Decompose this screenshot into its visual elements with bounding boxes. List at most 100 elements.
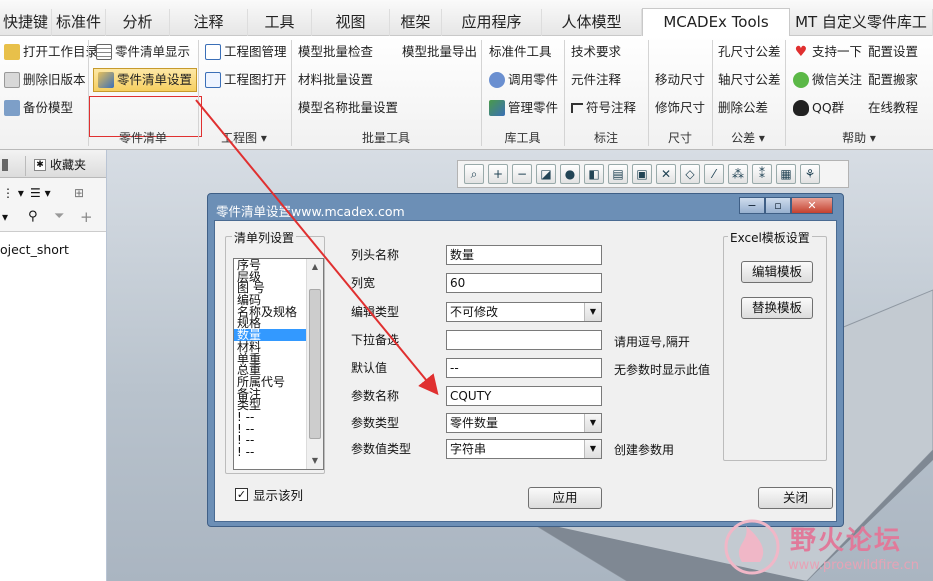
list-item[interactable]: 编码 (234, 294, 307, 306)
zoom-in-icon[interactable]: + (488, 164, 508, 184)
refit-icon[interactable]: ⌕ (464, 164, 484, 184)
chevron-down-icon[interactable]: ▼ (584, 414, 601, 432)
list-settings-icon[interactable]: ☰ ▾ (30, 186, 51, 200)
tab-4[interactable]: 工具 (248, 9, 312, 36)
support-button[interactable]: ♥ 支持一下 (793, 40, 862, 64)
online-tutorial-button[interactable]: 在线教程 (868, 96, 918, 120)
col-width-input[interactable]: 60 (446, 273, 602, 293)
move-dimension-button[interactable]: 移动尺寸 (655, 68, 705, 92)
tab-0[interactable]: 快捷键 (0, 9, 52, 36)
list-item[interactable]: 所属代号 (234, 376, 307, 388)
scroll-up-icon[interactable]: ▲ (307, 259, 323, 275)
csys-icon[interactable]: ⁂ (728, 164, 748, 184)
tab-1[interactable]: 标准件 (52, 9, 106, 36)
minimize-button[interactable]: − (739, 197, 765, 214)
delete-old-versions-button[interactable]: 删除旧版本 (4, 68, 86, 92)
shaft-tolerance-button[interactable]: 轴尺寸公差 (718, 68, 781, 92)
tab-6[interactable]: 框架 (390, 9, 442, 36)
filter-icon[interactable]: ⏷ (54, 209, 64, 224)
close-button[interactable]: 关闭 (758, 487, 833, 509)
edit-template-button[interactable]: 编辑模板 (741, 261, 813, 283)
backup-model-button[interactable]: 备份模型 (4, 96, 73, 120)
group-label-tolerance[interactable]: 公差 ▾ (712, 129, 784, 147)
datum-points-icon[interactable]: ⁄ (704, 164, 724, 184)
group-label-help[interactable]: 帮助 ▾ (785, 129, 933, 147)
list-item[interactable]: 序号 (234, 259, 307, 271)
open-workdir-button[interactable]: 打开工作目录 (4, 40, 98, 64)
component-note-button[interactable]: 元件注释 (571, 68, 621, 92)
tree-tab[interactable] (0, 156, 26, 176)
tree-item[interactable]: oject_short (0, 242, 69, 257)
replace-template-button[interactable]: 替换模板 (741, 297, 813, 319)
column-icon[interactable]: ⋮ ▾ (2, 186, 24, 200)
qq-icon (793, 100, 809, 116)
param-name-input[interactable]: CQUTY (446, 386, 602, 406)
column-listbox[interactable]: ▲ ▼ 序号 层级图 号编码 名称及规格 规格 数量 材料 单重 总重 所属代号 备注 类型! --… (233, 258, 324, 470)
display-style-icon[interactable]: ◧ (584, 164, 604, 184)
tab-9[interactable]: MCADEx Tools (642, 8, 790, 37)
listbox-scrollbar[interactable]: ▲ ▼ (306, 259, 323, 469)
tab-3[interactable]: 注释 (170, 9, 248, 36)
tab-8[interactable]: 人体模型 (542, 9, 642, 36)
batch-check-button[interactable]: 模型批量检查 (298, 40, 373, 64)
symbol-note-button[interactable]: 符号注释 (571, 96, 636, 120)
saved-views-icon[interactable]: ▤ (608, 164, 628, 184)
default-value-input[interactable]: -- (446, 358, 602, 378)
param-value-type-select[interactable]: 字符串 ▼ (446, 439, 602, 459)
config-migrate-button[interactable]: 配置搬家 (868, 68, 918, 92)
bom-settings-button[interactable]: 零件清单设置 (93, 68, 198, 92)
bom-show-button[interactable]: 零件清单显示 (96, 40, 190, 64)
binoculars-icon[interactable]: ⚲ (28, 209, 38, 224)
watermark-url: www.proewildfire.cn (788, 558, 919, 573)
datum-axes-icon[interactable]: ◇ (680, 164, 700, 184)
spin-center-icon[interactable]: ● (560, 164, 580, 184)
chevron-down-icon[interactable]: ▼ (584, 440, 601, 458)
tab-10[interactable]: MT 自定义零件库工 (790, 9, 933, 36)
view-manager-icon[interactable]: ▣ (632, 164, 652, 184)
repaint-icon[interactable]: ◪ (536, 164, 556, 184)
zoom-out-icon[interactable]: − (512, 164, 532, 184)
wechat-follow-button[interactable]: 微信关注 (793, 68, 862, 92)
std-parts-tool-button[interactable]: 标准件工具 (489, 40, 552, 64)
dropdown-icon[interactable]: ▾ (2, 210, 8, 224)
group-label-drawing[interactable]: 工程图 ▾ (198, 129, 290, 147)
scroll-down-icon[interactable]: ▼ (307, 453, 323, 469)
add-icon[interactable]: + (80, 208, 93, 226)
drawing-manage-button[interactable]: 工程图管理 (205, 40, 287, 64)
annotations-icon[interactable]: ⁑ (752, 164, 772, 184)
dropdown-options-input[interactable] (446, 330, 602, 350)
grid-icon[interactable]: ⊞ (74, 186, 84, 200)
hole-tolerance-button[interactable]: 孔尺寸公差 (718, 40, 781, 64)
spin-icon[interactable]: ▦ (776, 164, 796, 184)
render-icon[interactable]: ⚘ (800, 164, 820, 184)
scroll-thumb[interactable] (309, 289, 321, 439)
tab-5[interactable]: 视图 (312, 9, 390, 36)
qq-group-button[interactable]: QQ群 (793, 96, 844, 120)
maximize-button[interactable]: ▫ (765, 197, 791, 214)
tab-2[interactable]: 分析 (106, 9, 170, 36)
checkbox-checked-icon[interactable]: ✓ (235, 488, 248, 501)
list-item[interactable]: ! -- (234, 411, 307, 423)
favorites-tab[interactable]: ✱ 收藏夹 (34, 156, 86, 173)
list-item[interactable]: 材料 (234, 341, 307, 353)
batch-export-button[interactable]: 模型批量导出 (402, 40, 477, 64)
batch-material-button[interactable]: 材料批量设置 (298, 68, 373, 92)
call-part-button[interactable]: 调用零件 (489, 68, 558, 92)
chevron-down-icon[interactable]: ▼ (584, 303, 601, 321)
edit-type-select[interactable]: 不可修改 ▼ (446, 302, 602, 322)
apply-button[interactable]: 应用 (528, 487, 602, 509)
list-item[interactable]: ! -- (234, 446, 307, 458)
tech-requirements-button[interactable]: 技术要求 (571, 40, 621, 64)
delete-tolerance-button[interactable]: 删除公差 (718, 96, 768, 120)
col-name-input[interactable]: 数量 (446, 245, 602, 265)
param-type-select[interactable]: 零件数量 ▼ (446, 413, 602, 433)
tab-7[interactable]: 应用程序 (442, 9, 542, 36)
drawing-open-button[interactable]: 工程图打开 (205, 68, 287, 92)
manage-part-button[interactable]: 管理零件 (489, 96, 558, 120)
show-column-checkbox[interactable]: ✓ 显示该列 (235, 485, 303, 504)
datum-planes-icon[interactable]: ✕ (656, 164, 676, 184)
config-settings-button[interactable]: 配置设置 (868, 40, 918, 64)
close-icon[interactable]: ✕ (791, 197, 833, 214)
decorate-dimension-button[interactable]: 修饰尺寸 (655, 96, 705, 120)
batch-rename-button[interactable]: 模型名称批量设置 (298, 96, 398, 120)
